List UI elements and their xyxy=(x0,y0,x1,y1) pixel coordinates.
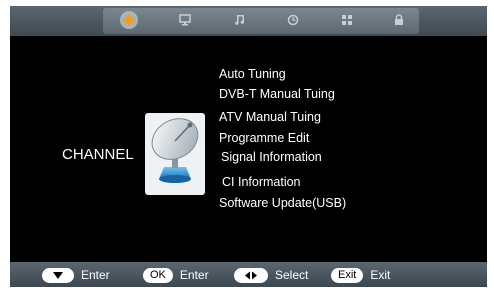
music-note-icon xyxy=(235,15,244,25)
menu-item-dvbt-manual-tuning[interactable]: DVB-T Manual Tuing xyxy=(219,87,335,101)
exit-key: Exit xyxy=(331,267,364,283)
hint-label: Exit xyxy=(370,268,391,282)
hint-label: Enter xyxy=(81,268,110,282)
hint-exit: Exit Exit xyxy=(331,267,390,283)
tab-sound[interactable] xyxy=(231,11,249,29)
down-arrow-icon xyxy=(53,271,63,279)
menu-item-signal-information[interactable]: Signal Information xyxy=(221,150,322,164)
grid-icon xyxy=(342,15,352,25)
menu-item-programme-edit[interactable]: Programme Edit xyxy=(219,131,309,145)
hint-label: Select xyxy=(275,268,309,282)
tab-time[interactable] xyxy=(284,11,302,29)
tv-screen: CHANNEL Auto Tuning DVB-T Manual Tuing A xyxy=(10,6,487,287)
ok-key: OK xyxy=(143,267,173,283)
section-title: CHANNEL xyxy=(62,146,134,163)
menu-item-ci-information[interactable]: CI Information xyxy=(222,175,301,189)
hint-left-right-select: Select xyxy=(234,267,308,283)
gear-icon xyxy=(123,14,135,26)
hint-ok-enter: OK Enter xyxy=(143,267,209,283)
menu-tab-strip xyxy=(103,8,419,34)
monitor-icon xyxy=(179,14,191,26)
menu-item-atv-manual-tuning[interactable]: ATV Manual Tuing xyxy=(219,110,321,124)
left-right-arrows-icon xyxy=(245,271,257,279)
hint-down-enter: Enter xyxy=(42,267,110,283)
clock-icon xyxy=(287,14,299,26)
lock-icon xyxy=(395,14,403,25)
left-right-key xyxy=(234,267,268,283)
tab-lock[interactable] xyxy=(390,11,408,29)
hint-label: Enter xyxy=(179,268,209,282)
menu-item-software-update[interactable]: Software Update(USB) xyxy=(219,196,346,210)
down-key xyxy=(42,267,74,283)
menu-item-auto-tuning[interactable]: Auto Tuning xyxy=(219,67,286,81)
satellite-dish-icon xyxy=(145,113,205,195)
tab-option[interactable] xyxy=(338,11,356,29)
bottom-hint-bar: Enter OK Enter Select Exit Exit xyxy=(10,262,487,287)
top-menu-bar xyxy=(10,6,487,36)
tab-picture[interactable] xyxy=(176,11,194,29)
tab-setup[interactable] xyxy=(120,11,138,29)
